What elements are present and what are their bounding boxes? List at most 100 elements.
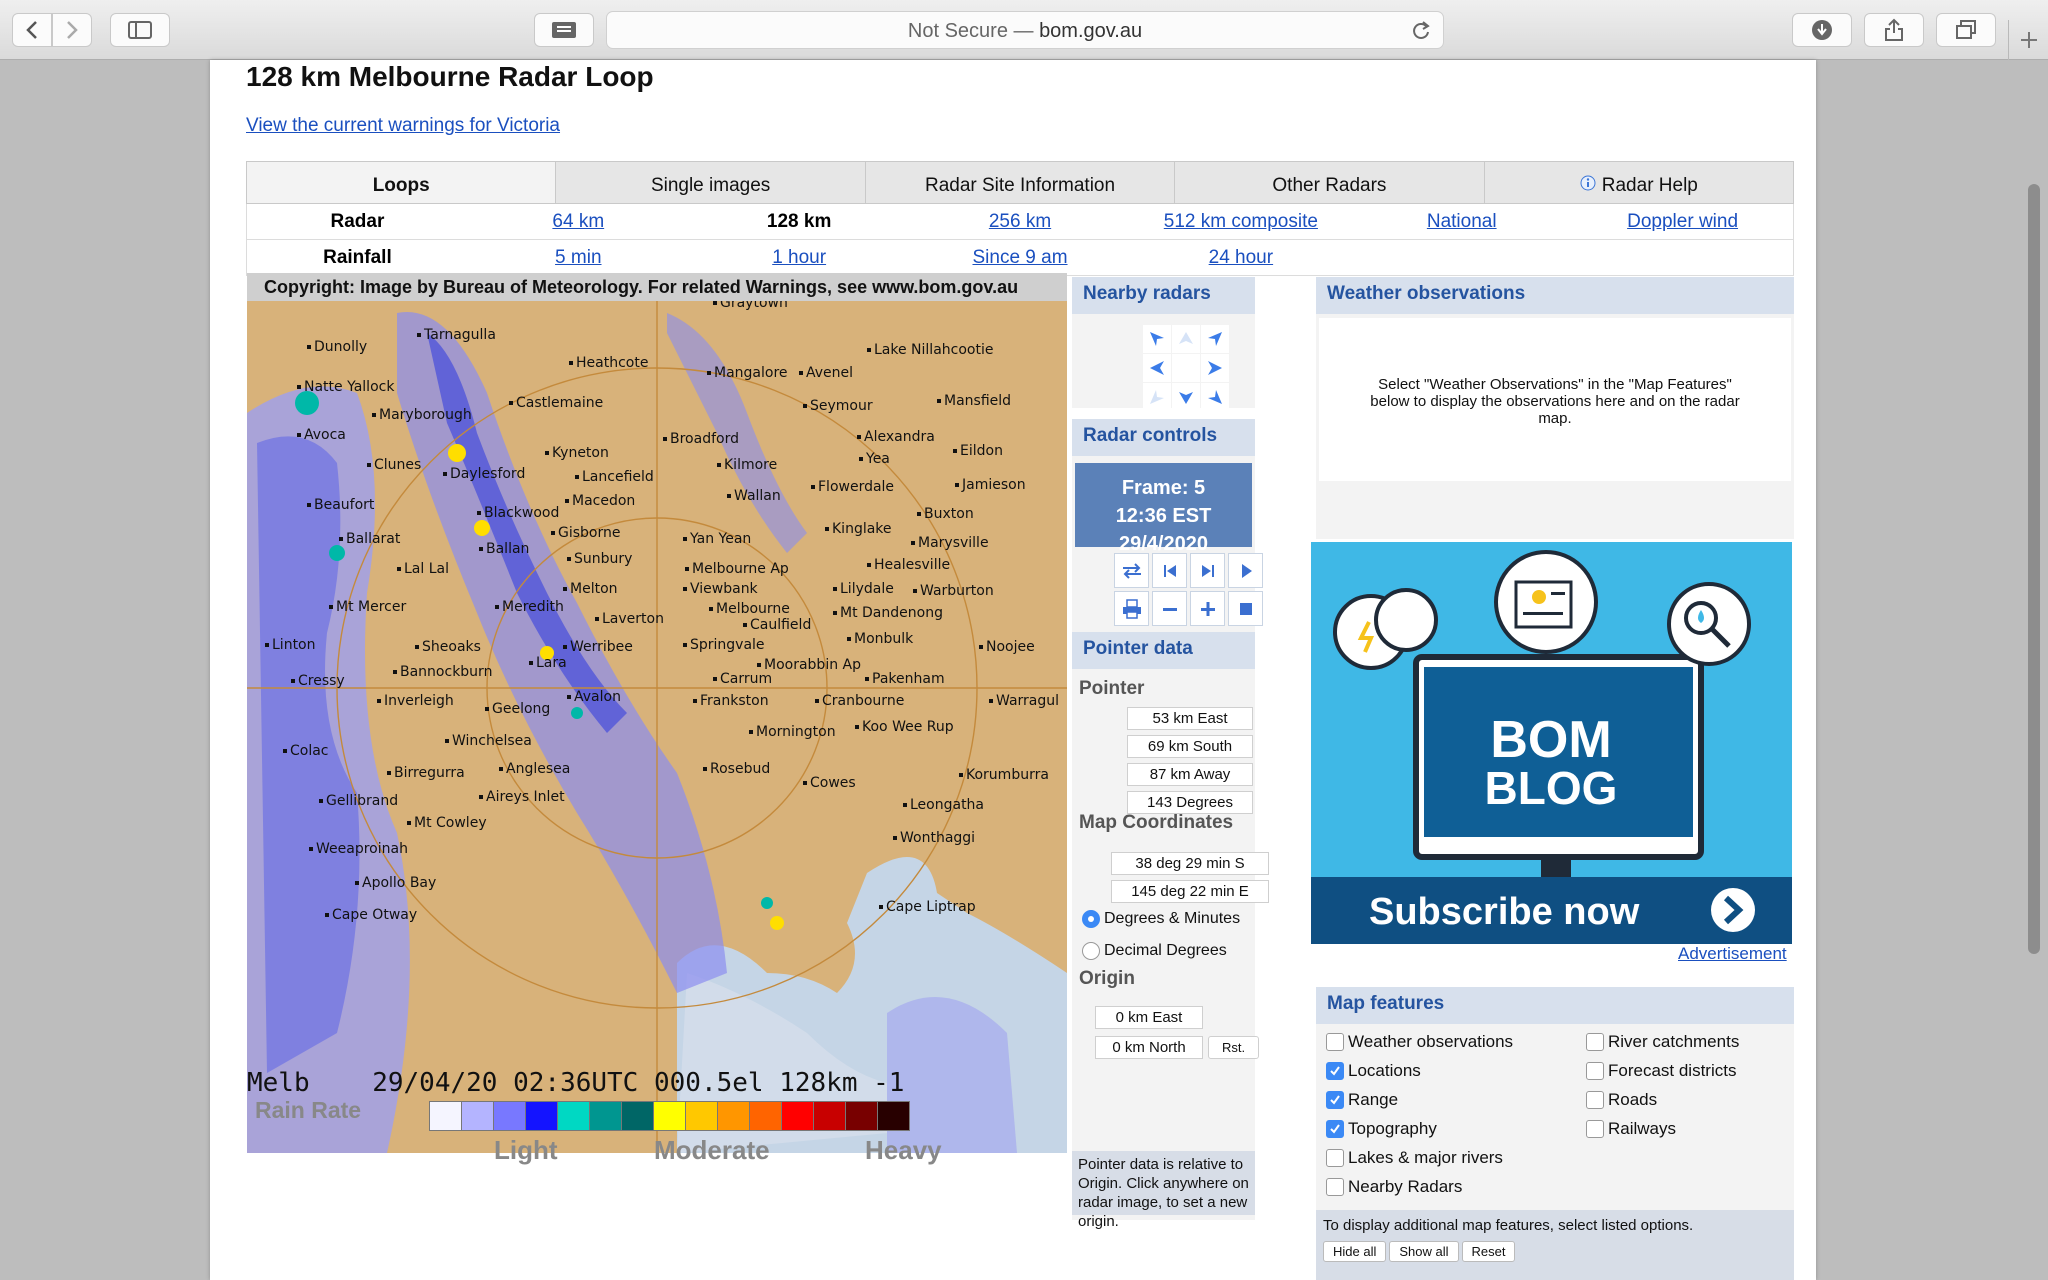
reset-button[interactable]: Reset [1461,1241,1516,1262]
place-label: Avoca [297,427,346,443]
swap-direction-button[interactable] [1114,553,1149,588]
faster-button[interactable] [1190,591,1225,626]
place-label: Linton [265,637,316,653]
map-feature-checkbox[interactable]: Railways [1586,1119,1676,1139]
place-label: Winchelsea [445,733,532,749]
place-label: Tarnagulla [417,327,496,343]
blog-line1: BOM [1490,711,1611,769]
map-feature-checkbox[interactable]: Range [1326,1090,1398,1110]
reset-origin-button[interactable]: Rst. [1208,1036,1259,1059]
downloads-button[interactable] [1792,13,1852,47]
slower-button[interactable] [1152,591,1187,626]
rainfall-link-1hour[interactable]: 1 hour [772,247,826,268]
rainfall-row-label: Rainfall [323,246,392,268]
rainfall-link-since9am[interactable]: Since 9 am [972,247,1067,268]
legend-swatch [557,1101,590,1131]
checkbox-empty-icon [1326,1178,1344,1196]
tab-radar-help[interactable]: Radar Help [1485,162,1793,203]
radar-link-512km[interactable]: 512 km composite [1164,211,1318,232]
plus-icon [1200,601,1215,616]
map-coordinates-label: Map Coordinates [1079,812,1234,833]
radar-northeast-arrow-icon[interactable] [1201,325,1229,353]
place-label: Pakenham [865,671,945,687]
radar-center-cell [1172,354,1200,382]
share-button[interactable] [1864,13,1924,47]
page-scrollbar[interactable] [2028,184,2040,954]
map-feature-checkbox[interactable]: Topography [1326,1119,1437,1139]
reload-icon[interactable] [1411,20,1431,42]
degrees-minutes-radio[interactable]: Degrees & Minutes [1082,910,1240,928]
legend-swatch [461,1101,494,1131]
place-label: Aireys Inlet [479,789,565,805]
plus-icon [2020,32,2037,48]
forward-button[interactable] [52,13,92,47]
place-label: Lancefield [575,469,654,485]
hide-all-button[interactable]: Hide all [1323,1241,1387,1262]
checkbox-empty-icon [1586,1062,1604,1080]
place-label: Daylesford [443,466,525,482]
bom-blog-advert[interactable]: BOM BLOG Subscribe now [1311,542,1792,944]
radar-link-national[interactable]: National [1427,211,1497,232]
frame-number: Frame: 5 [1121,477,1206,499]
radar-link-256km[interactable]: 256 km [989,211,1051,232]
play-button[interactable] [1228,553,1263,588]
map-feature-checkbox[interactable]: Roads [1586,1090,1657,1110]
reader-button[interactable] [534,13,594,47]
map-feature-checkbox[interactable]: Forecast districts [1586,1061,1736,1081]
place-label: Blackwood [477,505,559,521]
map-feature-checkbox[interactable]: River catchments [1586,1032,1739,1052]
map-feature-checkbox[interactable]: Nearby Radars [1326,1177,1462,1197]
tab-single-images[interactable]: Single images [556,162,866,203]
map-feature-checkbox[interactable]: Lakes & major rivers [1326,1148,1503,1168]
rainfall-link-24hour[interactable]: 24 hour [1209,247,1273,268]
map-feature-label: Range [1348,1090,1399,1109]
map-feature-checkbox[interactable]: Weather observations [1326,1032,1513,1052]
radar-link-doppler[interactable]: Doppler wind [1627,211,1738,232]
tab-other-radars[interactable]: Other Radars [1175,162,1485,203]
stop-button[interactable] [1228,591,1263,626]
show-all-button[interactable]: Show all [1389,1241,1459,1262]
tabs-icon [1956,20,1976,39]
checkbox-checked-icon [1326,1091,1344,1109]
radar-west-arrow-icon[interactable] [1143,354,1171,382]
place-label: Caulfield [743,617,811,633]
radar-northwest-arrow-icon[interactable] [1143,325,1171,353]
share-icon [1885,18,1903,41]
rainfall-link-5min[interactable]: 5 min [555,247,601,268]
place-label: Yea [859,451,890,467]
first-frame-button[interactable] [1152,553,1187,588]
place-label: Sunbury [567,551,632,567]
radar-tabs: Loops Single images Radar Site Informati… [246,161,1794,204]
sidebar-button[interactable] [110,13,170,47]
tab-loops[interactable]: Loops [247,162,557,203]
radar-south-arrow-icon[interactable] [1172,383,1200,411]
radar-east-arrow-icon[interactable] [1201,354,1229,382]
advertisement-link[interactable]: Advertisement [1678,944,1787,964]
print-button[interactable] [1114,591,1149,626]
nearby-radars-title: Nearby radars [1072,277,1255,314]
checkbox-checked-icon [1326,1062,1344,1080]
page-title: 128 km Melbourne Radar Loop [246,61,654,92]
tab-radar-help-label: Radar Help [1601,174,1698,196]
last-frame-button[interactable] [1190,553,1225,588]
radar-southeast-arrow-icon[interactable] [1201,383,1229,411]
decimal-degrees-radio[interactable]: Decimal Degrees [1082,942,1227,960]
place-label: Beaufort [307,497,374,513]
place-label: Seymour [803,398,873,414]
warnings-link[interactable]: View the current warnings for Victoria [246,115,560,137]
place-label: Meredith [495,599,564,615]
back-button[interactable] [12,13,52,47]
tabs-overview-button[interactable] [1936,13,1996,47]
place-label: Lara [529,655,567,671]
radar-image[interactable]: Copyright: Image by Bureau of Meteorolog… [247,273,1067,1153]
reader-icon [552,22,576,38]
address-bar[interactable]: Not Secure — bom.gov.au [606,11,1444,49]
radar-link-64km[interactable]: 64 km [552,211,604,232]
new-tab-button[interactable] [2008,20,2048,60]
map-feature-label: Railways [1608,1119,1677,1138]
decimal-degrees-label: Decimal Degrees [1104,942,1227,959]
place-label: Viewbank [683,581,758,597]
map-feature-checkbox[interactable]: Locations [1326,1061,1421,1081]
chevron-right-icon [67,21,78,39]
tab-radar-site-information[interactable]: Radar Site Information [866,162,1176,203]
